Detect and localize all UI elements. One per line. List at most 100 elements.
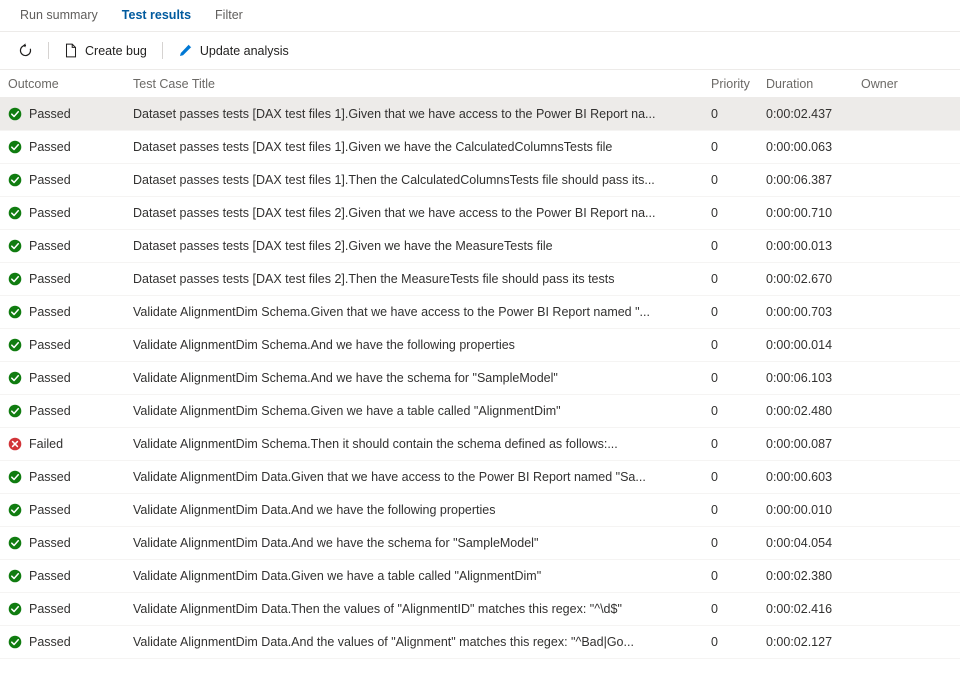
row-duration: 0:00:02.380 [766,569,833,583]
row-duration: 0:00:02.127 [766,635,833,649]
outcome-label: Passed [29,470,71,484]
tab-run-summary[interactable]: Run summary [8,0,110,31]
row-outcome: Passed [8,107,133,121]
table-row[interactable]: Failed Validate AlignmentDim Schema.Then … [0,428,960,461]
tab-filter-label: Filter [215,8,243,22]
column-header-owner[interactable]: Owner [861,77,946,91]
outcome-label: Passed [29,635,71,649]
row-outcome: Passed [8,503,133,517]
passed-icon [8,536,22,550]
outcome-label: Passed [29,206,71,220]
pencil-icon [178,43,193,58]
passed-icon [8,173,22,187]
passed-icon [8,569,22,583]
create-bug-label: Create bug [85,43,147,58]
row-priority: 0 [711,140,718,154]
passed-icon [8,107,22,121]
row-title: Validate AlignmentDim Data.And we have t… [133,503,496,517]
table-row[interactable]: Passed Validate AlignmentDim Data.And we … [0,527,960,560]
passed-icon [8,305,22,319]
row-title: Validate AlignmentDim Schema.Given that … [133,305,650,319]
row-priority: 0 [711,404,718,418]
table-row[interactable]: Passed Validate AlignmentDim Schema.Given… [0,395,960,428]
table-row[interactable]: Passed Validate AlignmentDim Data.Then th… [0,593,960,626]
table-row[interactable]: Passed Validate AlignmentDim Schema.And w… [0,329,960,362]
row-duration: 0:00:00.063 [766,140,833,154]
outcome-label: Passed [29,536,71,550]
row-duration: 0:00:00.014 [766,338,833,352]
row-priority: 0 [711,635,718,649]
passed-icon [8,371,22,385]
row-priority: 0 [711,371,718,385]
table-row[interactable]: Passed Dataset passes tests [DAX test fil… [0,263,960,296]
create-bug-button[interactable]: Create bug [56,39,155,62]
row-duration: 0:00:02.480 [766,404,833,418]
table-body: Passed Dataset passes tests [DAX test fil… [0,98,960,659]
row-priority: 0 [711,107,718,121]
tab-test-results[interactable]: Test results [110,0,203,31]
row-priority: 0 [711,173,718,187]
table-row[interactable]: Passed Validate AlignmentDim Schema.And w… [0,362,960,395]
row-title: Dataset passes tests [DAX test files 2].… [133,239,553,253]
refresh-button[interactable] [10,39,41,62]
passed-icon [8,206,22,220]
passed-icon [8,602,22,616]
update-analysis-button[interactable]: Update analysis [170,39,297,62]
row-priority: 0 [711,338,718,352]
table-row[interactable]: Passed Validate AlignmentDim Data.Given t… [0,461,960,494]
row-title: Validate AlignmentDim Data.And the value… [133,635,634,649]
table-row[interactable]: Passed Dataset passes tests [DAX test fil… [0,98,960,131]
row-outcome: Passed [8,272,133,286]
row-duration: 0:00:00.010 [766,503,833,517]
row-outcome: Passed [8,635,133,649]
row-duration: 0:00:02.670 [766,272,833,286]
table-row[interactable]: Passed Dataset passes tests [DAX test fil… [0,230,960,263]
tab-bar: Run summary Test results Filter [0,0,960,32]
outcome-label: Passed [29,173,71,187]
column-header-priority[interactable]: Priority [711,77,766,91]
row-priority: 0 [711,239,718,253]
passed-icon [8,503,22,517]
row-title: Dataset passes tests [DAX test files 1].… [133,173,655,187]
row-outcome: Passed [8,602,133,616]
tab-filter[interactable]: Filter [203,0,255,31]
table-row[interactable]: Passed Dataset passes tests [DAX test fil… [0,164,960,197]
row-priority: 0 [711,305,718,319]
row-duration: 0:00:06.387 [766,173,833,187]
outcome-label: Passed [29,602,71,616]
table-row[interactable]: Passed Validate AlignmentDim Data.And we … [0,494,960,527]
outcome-label: Passed [29,239,71,253]
row-duration: 0:00:00.710 [766,206,833,220]
table-row[interactable]: Passed Dataset passes tests [DAX test fil… [0,197,960,230]
row-priority: 0 [711,503,718,517]
row-duration: 0:00:04.054 [766,536,833,550]
passed-icon [8,239,22,253]
row-outcome: Failed [8,437,133,451]
passed-icon [8,338,22,352]
table-row[interactable]: Passed Dataset passes tests [DAX test fil… [0,131,960,164]
column-header-duration[interactable]: Duration [766,77,861,91]
outcome-label: Passed [29,338,71,352]
table-row[interactable]: Passed Validate AlignmentDim Schema.Given… [0,296,960,329]
row-outcome: Passed [8,371,133,385]
row-outcome: Passed [8,239,133,253]
row-outcome: Passed [8,140,133,154]
row-title: Validate AlignmentDim Schema.Then it sho… [133,437,618,451]
outcome-label: Passed [29,140,71,154]
row-outcome: Passed [8,338,133,352]
column-header-title[interactable]: Test Case Title [133,77,711,91]
row-duration: 0:00:06.103 [766,371,833,385]
outcome-label: Failed [29,437,64,451]
row-outcome: Passed [8,173,133,187]
row-priority: 0 [711,470,718,484]
passed-icon [8,470,22,484]
table-row[interactable]: Passed Validate AlignmentDim Data.And the… [0,626,960,659]
failed-icon [8,437,22,451]
row-title: Validate AlignmentDim Schema.And we have… [133,338,515,352]
outcome-label: Passed [29,272,71,286]
outcome-label: Passed [29,371,71,385]
table-row[interactable]: Passed Validate AlignmentDim Data.Given w… [0,560,960,593]
outcome-label: Passed [29,404,71,418]
row-priority: 0 [711,272,718,286]
column-header-outcome[interactable]: Outcome [8,77,133,91]
